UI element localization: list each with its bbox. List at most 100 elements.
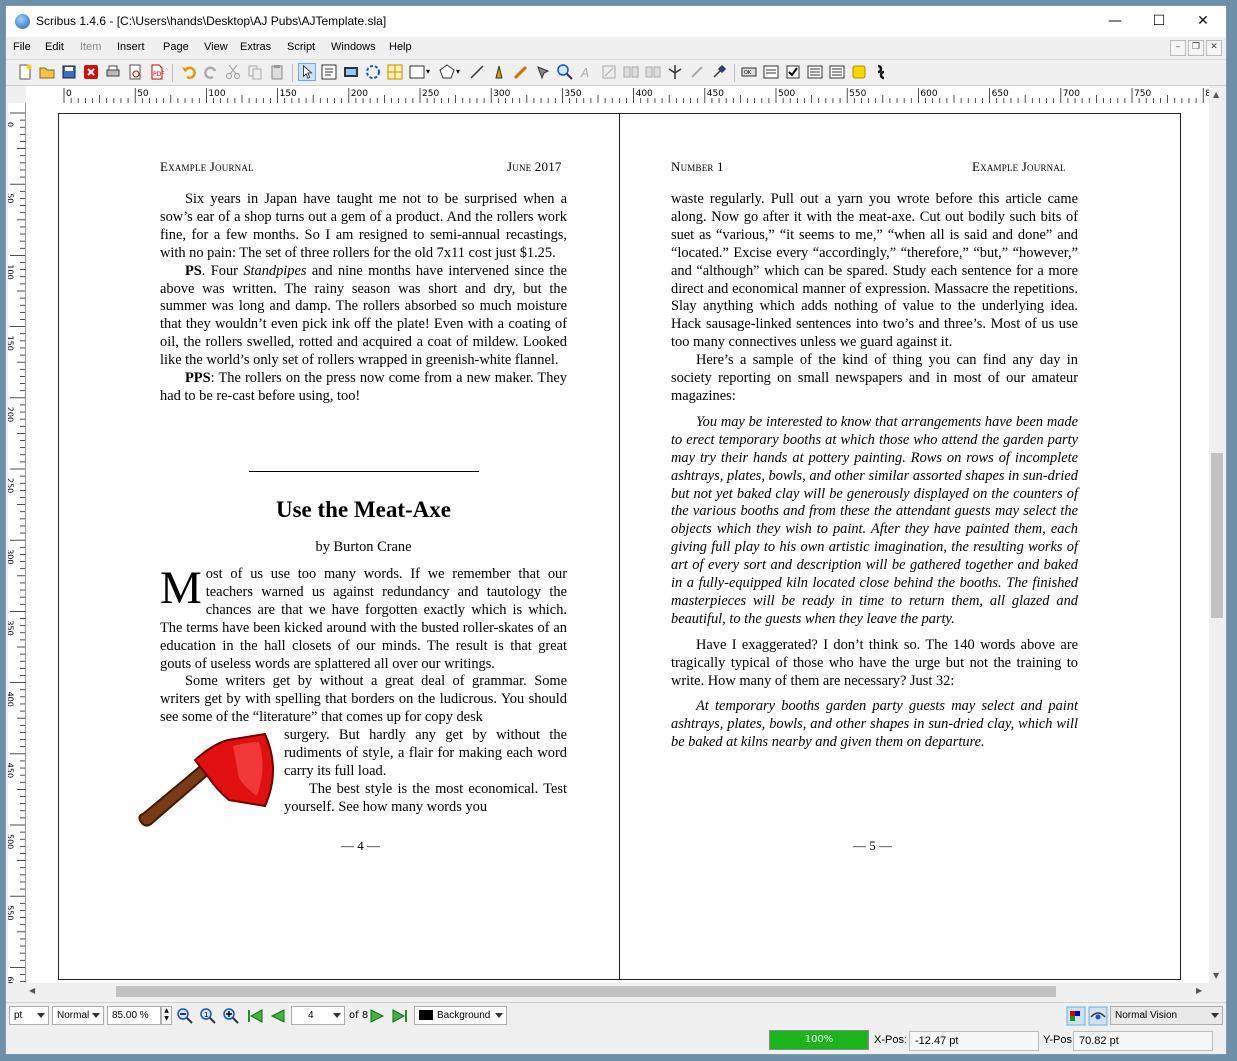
freehand-icon[interactable] <box>512 63 530 81</box>
text-frame-icon[interactable] <box>320 63 338 81</box>
first-page-icon[interactable] <box>246 1007 264 1025</box>
rotate-icon[interactable] <box>534 63 552 81</box>
doc-minimize-button[interactable]: – <box>1170 40 1186 56</box>
svg-text:OK: OK <box>744 70 752 76</box>
copy-properties-icon[interactable] <box>688 63 706 81</box>
pdf-combobox-icon[interactable] <box>806 63 824 81</box>
print-preview-icon[interactable] <box>126 63 144 81</box>
scroll-right-icon[interactable]: ▶ <box>1196 986 1202 995</box>
meat-axe-image[interactable] <box>133 730 283 830</box>
save-icon[interactable] <box>60 63 78 81</box>
page-select[interactable]: 4 <box>291 1006 345 1025</box>
pdf-annotation-icon[interactable] <box>850 63 868 81</box>
horizontal-scrollbar[interactable]: ◀ ▶ <box>26 983 1209 1000</box>
image-frame-icon[interactable] <box>342 63 360 81</box>
running-header-date: June 2017 <box>507 159 562 174</box>
print-icon[interactable] <box>104 63 122 81</box>
vertical-scrollbar[interactable]: ▲ ▼ <box>1209 86 1226 983</box>
maximize-button[interactable]: ☐ <box>1136 6 1182 37</box>
edit-contents-icon[interactable]: A <box>578 63 596 81</box>
menu-script[interactable]: Script <box>287 41 315 53</box>
zoom-spinner[interactable]: ▲ ▼ <box>161 1006 172 1025</box>
page-count: of 8 <box>349 1010 369 1021</box>
text-frame-top[interactable]: Six years in Japan have taught me not to… <box>160 191 567 406</box>
running-header-left: Example Journal <box>160 159 254 174</box>
cut-icon[interactable] <box>224 63 242 81</box>
paragraph: ost of us use too many words. If we reme… <box>160 566 567 672</box>
doc-close-button[interactable]: ✕ <box>1206 40 1222 56</box>
zoom-100-icon[interactable]: 1 <box>199 1007 217 1025</box>
last-page-icon[interactable] <box>391 1007 409 1025</box>
menu-extras[interactable]: Extras <box>240 41 271 53</box>
horizontal-ruler[interactable]: 0 50 100 150 200 250 300 350 400 450 500 550 600 650 7… <box>26 86 1209 104</box>
paste-icon[interactable] <box>268 63 286 81</box>
vision-select[interactable]: Normal Vision <box>1110 1006 1223 1025</box>
horizontal-scroll-thumb[interactable] <box>116 986 1056 997</box>
pdf-text-field-icon[interactable] <box>762 63 780 81</box>
shape-icon[interactable] <box>408 63 426 81</box>
menu-view[interactable]: View <box>204 41 228 53</box>
close-button[interactable]: ✕ <box>1180 6 1226 37</box>
polygon-icon[interactable] <box>438 63 456 81</box>
scroll-down-icon[interactable]: ▼ <box>1213 971 1219 980</box>
scroll-up-icon[interactable]: ▲ <box>1213 90 1219 99</box>
polygon-dropdown-icon[interactable]: ▾ <box>456 63 464 81</box>
link-frames-icon[interactable] <box>622 63 640 81</box>
scroll-left-icon[interactable]: ◀ <box>29 986 35 995</box>
unit-select[interactable]: pt <box>9 1006 49 1025</box>
separator <box>734 64 735 82</box>
page-5[interactable]: Number 1 Example Journal waste regularly… <box>619 113 1181 980</box>
zoom-in-icon[interactable] <box>222 1007 240 1025</box>
eyedropper-icon[interactable] <box>710 63 728 81</box>
menu-file[interactable]: File <box>13 41 31 53</box>
edit-text-icon[interactable] <box>600 63 618 81</box>
text-frame-wrap[interactable]: surgery. But hardly any get by without t… <box>284 727 567 817</box>
unlink-frames-icon[interactable] <box>644 63 662 81</box>
pdf-checkbox-icon[interactable] <box>784 63 802 81</box>
menu-edit[interactable]: Edit <box>45 41 64 53</box>
vertical-scroll-thumb[interactable] <box>1211 453 1223 618</box>
select-tool-icon[interactable] <box>298 63 316 81</box>
previous-page-icon[interactable] <box>269 1007 287 1025</box>
menu-help[interactable]: Help <box>389 41 412 53</box>
menu-item[interactable]: Item <box>80 41 101 53</box>
text-frame-article[interactable]: M ost of us use too many words. If we re… <box>160 565 567 727</box>
render-frame-icon[interactable] <box>364 63 382 81</box>
menu-bar: File Edit Item Insert Page View Extras S… <box>6 37 1226 59</box>
paragraph: Some writers get by without a great deal… <box>160 673 567 726</box>
next-page-icon[interactable] <box>368 1007 386 1025</box>
copy-icon[interactable] <box>246 63 264 81</box>
text-frame-right[interactable]: waste regularly. Pull out a yarn you wro… <box>671 191 1078 752</box>
ruler-label: 450 <box>707 89 724 99</box>
redo-icon[interactable] <box>202 63 220 81</box>
layer-select[interactable]: Background <box>414 1006 507 1025</box>
bezier-icon[interactable] <box>490 63 508 81</box>
menu-insert[interactable]: Insert <box>117 41 145 53</box>
pdf-link-icon[interactable] <box>872 63 890 81</box>
zoom-out-icon[interactable] <box>176 1007 194 1025</box>
pdf-button-icon[interactable]: OK <box>740 63 758 81</box>
new-document-icon[interactable] <box>16 63 34 81</box>
page-4[interactable]: Example Journal June 2017 Six years in J… <box>58 113 620 980</box>
color-management-icon[interactable] <box>1066 1006 1086 1026</box>
line-icon[interactable] <box>468 63 486 81</box>
document-canvas[interactable]: Example Journal June 2017 Six years in J… <box>26 103 1209 983</box>
undo-icon[interactable] <box>180 63 198 81</box>
measure-icon[interactable] <box>666 63 684 81</box>
vertical-ruler[interactable]: 0 50 100 150 200 250 300 350 400 450 500 550 600 <box>8 103 26 983</box>
table-icon[interactable] <box>386 63 404 81</box>
zoom-icon[interactable] <box>556 63 574 81</box>
zoom-input[interactable]: 85.00 % <box>107 1006 161 1025</box>
layer-color-swatch <box>419 1010 433 1021</box>
preview-mode-select[interactable]: Normal <box>52 1006 104 1025</box>
open-icon[interactable] <box>38 63 56 81</box>
export-pdf-icon[interactable]: PDF <box>148 63 166 81</box>
preview-eye-icon[interactable] <box>1088 1006 1108 1026</box>
menu-page[interactable]: Page <box>163 41 189 53</box>
shape-dropdown-icon[interactable]: ▾ <box>426 63 434 81</box>
close-document-icon[interactable] <box>82 63 100 81</box>
minimize-button[interactable]: — <box>1092 6 1138 37</box>
doc-restore-button[interactable]: ❐ <box>1188 40 1204 56</box>
pdf-listbox-icon[interactable] <box>828 63 846 81</box>
menu-windows[interactable]: Windows <box>331 41 376 53</box>
